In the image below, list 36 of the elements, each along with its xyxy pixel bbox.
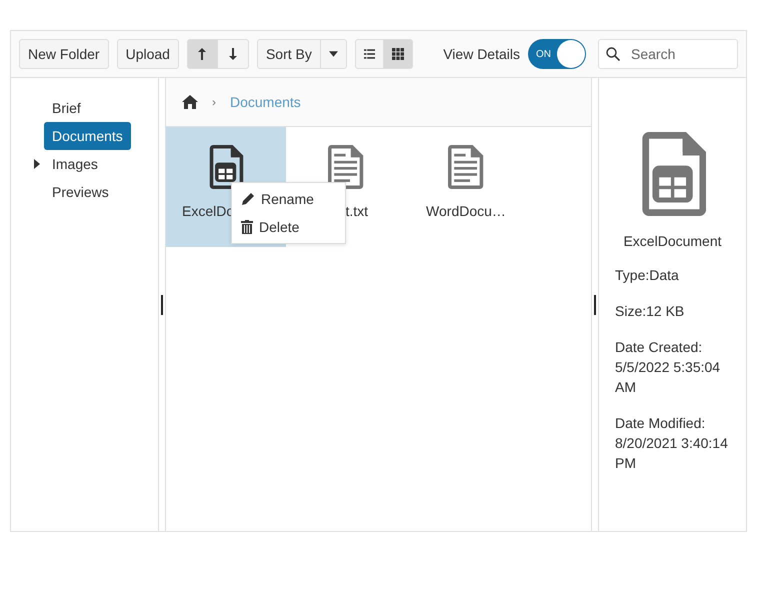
file-name: t.txt: [344, 203, 369, 219]
up-arrow-icon: [197, 47, 208, 61]
splitter-handle[interactable]: [161, 294, 163, 314]
down-arrow-icon: [228, 47, 238, 61]
file-name: WordDocu…: [425, 203, 507, 219]
dropdown-button[interactable]: [320, 39, 347, 69]
sort-by-button[interactable]: Sort By: [256, 39, 321, 69]
folder-tree-item[interactable]: Images: [44, 150, 106, 178]
home-icon[interactable]: [182, 95, 198, 109]
grid-icon: [392, 47, 404, 61]
pencil-icon: [241, 192, 255, 206]
folder-tree-item[interactable]: Documents: [44, 122, 131, 150]
sort-order-button[interactable]: [186, 39, 218, 69]
view-details-label: View Details: [443, 46, 520, 62]
details-text: Type:Data: [615, 266, 679, 285]
list-icon: [364, 48, 375, 60]
splitter-handle[interactable]: [594, 294, 596, 314]
details-text: Date Created: 5/5/2022 5:35:04 AM: [615, 338, 722, 397]
search-field[interactable]: Search: [598, 39, 738, 69]
sort-order-button[interactable]: [218, 39, 249, 69]
view-details-toggle[interactable]: ON: [528, 39, 586, 69]
caret-icon: [328, 51, 338, 57]
view-button[interactable]: [354, 39, 384, 69]
toolbar-button[interactable]: New Folder: [19, 39, 109, 69]
folder-tree-item[interactable]: Brief: [44, 94, 89, 122]
breadcrumb-separator: ›: [212, 95, 216, 109]
file-tile[interactable]: WordDocu…: [406, 127, 526, 247]
search-icon: [606, 47, 620, 61]
details-text: Size:12 KB: [615, 302, 684, 321]
toolbar-button[interactable]: Upload: [116, 39, 179, 69]
folder-tree-item[interactable]: Previews: [44, 178, 117, 206]
text-file-icon: [448, 145, 484, 189]
view-button[interactable]: [384, 39, 413, 69]
details-text: Date Modified: 8/20/2021 3:40:14 PM: [615, 414, 729, 473]
details-file-name: ExcelDocument: [623, 233, 722, 249]
trash-icon: [241, 220, 253, 234]
